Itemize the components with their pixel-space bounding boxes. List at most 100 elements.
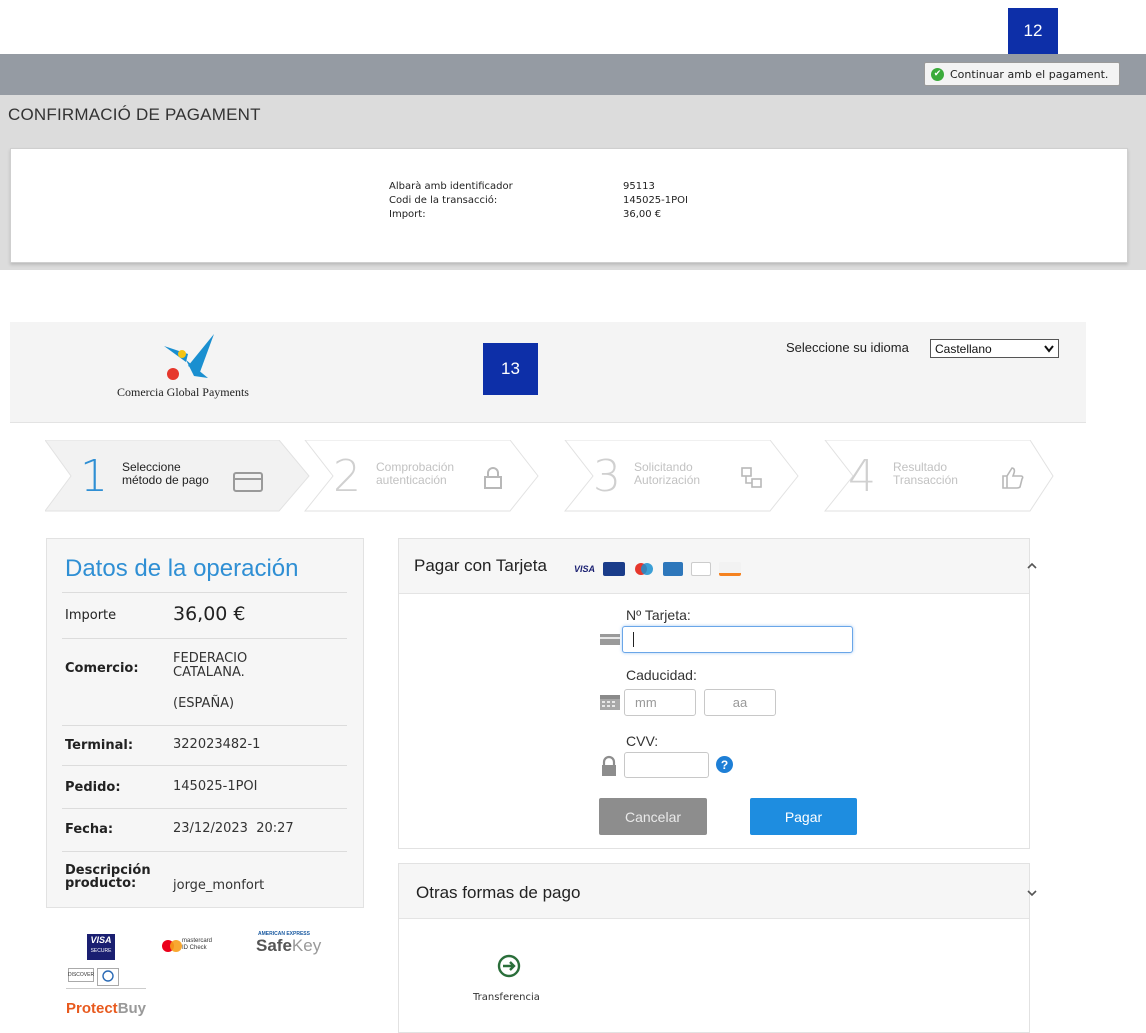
safekey-logo: SafeKey bbox=[256, 936, 321, 956]
diners-club-logo bbox=[97, 968, 119, 986]
importe-value: 36,00 € bbox=[173, 603, 246, 625]
step-1-line1: Seleccione bbox=[122, 460, 181, 474]
descripcion-label-2: producto: bbox=[65, 876, 137, 891]
visa-brand-icon: VISA bbox=[574, 564, 596, 574]
expiry-month-input[interactable]: mm bbox=[624, 689, 696, 716]
continue-payment-button[interactable]: ✔ Continuar amb el pagament. bbox=[924, 62, 1120, 86]
logo-text: Comercia Global Payments bbox=[117, 385, 249, 399]
annotation-badge-12: 12 bbox=[1008, 8, 1058, 54]
step-3-line1: Solicitando bbox=[634, 460, 693, 474]
pedido-value: 145025-1POI bbox=[173, 779, 258, 794]
expiry-year-input[interactable]: aa bbox=[704, 689, 776, 716]
protectbuy-part1: Protect bbox=[66, 1000, 118, 1017]
other-payments-title: Otras formas de pago bbox=[416, 883, 581, 902]
card-number-label: Nº Tarjeta: bbox=[626, 607, 691, 623]
mastercard-logo bbox=[160, 938, 184, 957]
step-4-label: Resultado Transacción bbox=[893, 461, 958, 487]
step-3-number: 3 bbox=[593, 451, 621, 502]
descripcion-label: Descripción producto: bbox=[65, 864, 151, 890]
comercio-line2: CATALANA. bbox=[173, 665, 245, 680]
cvv-input[interactable] bbox=[624, 752, 709, 778]
terminal-value: 322023482-1 bbox=[173, 737, 261, 752]
field-value: 95113 bbox=[623, 181, 655, 192]
mastercard-brand-icon bbox=[603, 562, 626, 576]
language-select[interactable]: Castellano bbox=[930, 339, 1059, 358]
safekey-part2: Key bbox=[291, 936, 322, 955]
card-number-input[interactable] bbox=[622, 626, 853, 653]
protectbuy-logo: ProtectBuy bbox=[66, 1000, 146, 1017]
calendar-icon bbox=[600, 695, 620, 710]
step-3-label: Solicitando Autorización bbox=[634, 461, 700, 487]
fecha-label: Fecha: bbox=[65, 822, 114, 837]
divider bbox=[62, 638, 347, 639]
safekey-part1: Safe bbox=[256, 936, 292, 955]
field-value: 36,00 € bbox=[623, 209, 662, 220]
diners-club-icon bbox=[102, 970, 114, 982]
operation-title: Datos de la operación bbox=[65, 555, 299, 582]
transfer-label[interactable]: Transferencia bbox=[473, 992, 540, 1003]
divider bbox=[62, 851, 347, 852]
cvv-label: CVV: bbox=[626, 733, 659, 749]
thumbs-up-icon bbox=[1002, 467, 1024, 489]
chevron-up-icon[interactable] bbox=[1026, 561, 1038, 571]
field-value: 145025-1POI bbox=[623, 195, 688, 206]
lock-icon bbox=[484, 467, 502, 489]
descripcion-value: jorge_monfort bbox=[173, 878, 265, 893]
mastercard-icon bbox=[162, 940, 182, 952]
discover-logo: DISCOVER bbox=[68, 968, 94, 982]
step-4-line1: Resultado bbox=[893, 460, 948, 474]
step-2-line2: autenticación bbox=[376, 473, 447, 487]
mastercard-line2: ID Check bbox=[182, 945, 207, 951]
visa-secure-text: SECURE bbox=[90, 948, 112, 954]
divider bbox=[62, 808, 347, 809]
visa-secure-logo: VISA SECURE bbox=[87, 934, 115, 960]
discover-brand-icon bbox=[719, 562, 742, 576]
divider bbox=[66, 988, 146, 989]
operation-data-panel bbox=[46, 538, 364, 908]
pay-button[interactable]: Pagar bbox=[750, 798, 857, 835]
step-1-label: Seleccione método de pago bbox=[122, 461, 209, 487]
step-4-number: 4 bbox=[848, 451, 876, 502]
help-icon[interactable]: ? bbox=[716, 756, 733, 773]
divider bbox=[62, 765, 347, 766]
step-1-number: 1 bbox=[80, 451, 108, 502]
comercio-label: Comercio: bbox=[65, 661, 139, 676]
comercio-line1: FEDERACIO bbox=[173, 651, 248, 666]
field-label: Import: bbox=[389, 209, 426, 220]
terminal-label: Terminal: bbox=[65, 738, 134, 753]
visa-text: VISA bbox=[90, 935, 112, 945]
field-label: Albarà amb identificador bbox=[389, 181, 513, 192]
maestro-brand-icon bbox=[635, 563, 654, 575]
divider bbox=[62, 592, 347, 593]
step-2-number: 2 bbox=[333, 451, 361, 502]
confirmation-box bbox=[10, 148, 1128, 263]
amex-brand-icon bbox=[663, 562, 684, 576]
continue-payment-label: Continuar amb el pagament. bbox=[950, 67, 1109, 81]
annotation-badge-13: 13 bbox=[483, 343, 538, 395]
cvv-lock-icon bbox=[602, 755, 616, 776]
cancel-button[interactable]: Cancelar bbox=[599, 798, 707, 835]
card-payment-title: Pagar con Tarjeta bbox=[414, 556, 547, 575]
fecha-value: 23/12/2023 20:27 bbox=[173, 821, 294, 836]
card-brands: VISA bbox=[574, 562, 742, 576]
language-label: Seleccione su idioma bbox=[786, 340, 909, 355]
chevron-down-icon[interactable] bbox=[1026, 888, 1038, 898]
field-label: Codi de la transacció: bbox=[389, 195, 498, 206]
protectbuy-part2: Buy bbox=[117, 1000, 147, 1017]
step-2-line1: Comprobación bbox=[376, 460, 455, 474]
chevron-down-icon bbox=[1044, 344, 1054, 353]
divider bbox=[62, 725, 347, 726]
diners-brand-icon bbox=[691, 562, 712, 576]
step-3-line2: Autorización bbox=[634, 473, 701, 487]
mastercard-line1: mastercard bbox=[182, 938, 213, 944]
step-4-line2: Transacción bbox=[893, 473, 958, 487]
language-selected: Castellano bbox=[935, 341, 992, 356]
page-title: CONFIRMACIÓ DE PAGAMENT bbox=[8, 105, 261, 124]
mastercard-text: mastercard ID Check bbox=[182, 938, 212, 952]
authorization-icon bbox=[741, 467, 762, 488]
step-1-line2: método de pago bbox=[122, 473, 209, 487]
transfer-icon[interactable] bbox=[497, 954, 521, 978]
step-2-label: Comprobación autenticación bbox=[376, 461, 454, 487]
text-cursor bbox=[633, 632, 634, 647]
caixa-star-logo-icon bbox=[164, 334, 214, 380]
